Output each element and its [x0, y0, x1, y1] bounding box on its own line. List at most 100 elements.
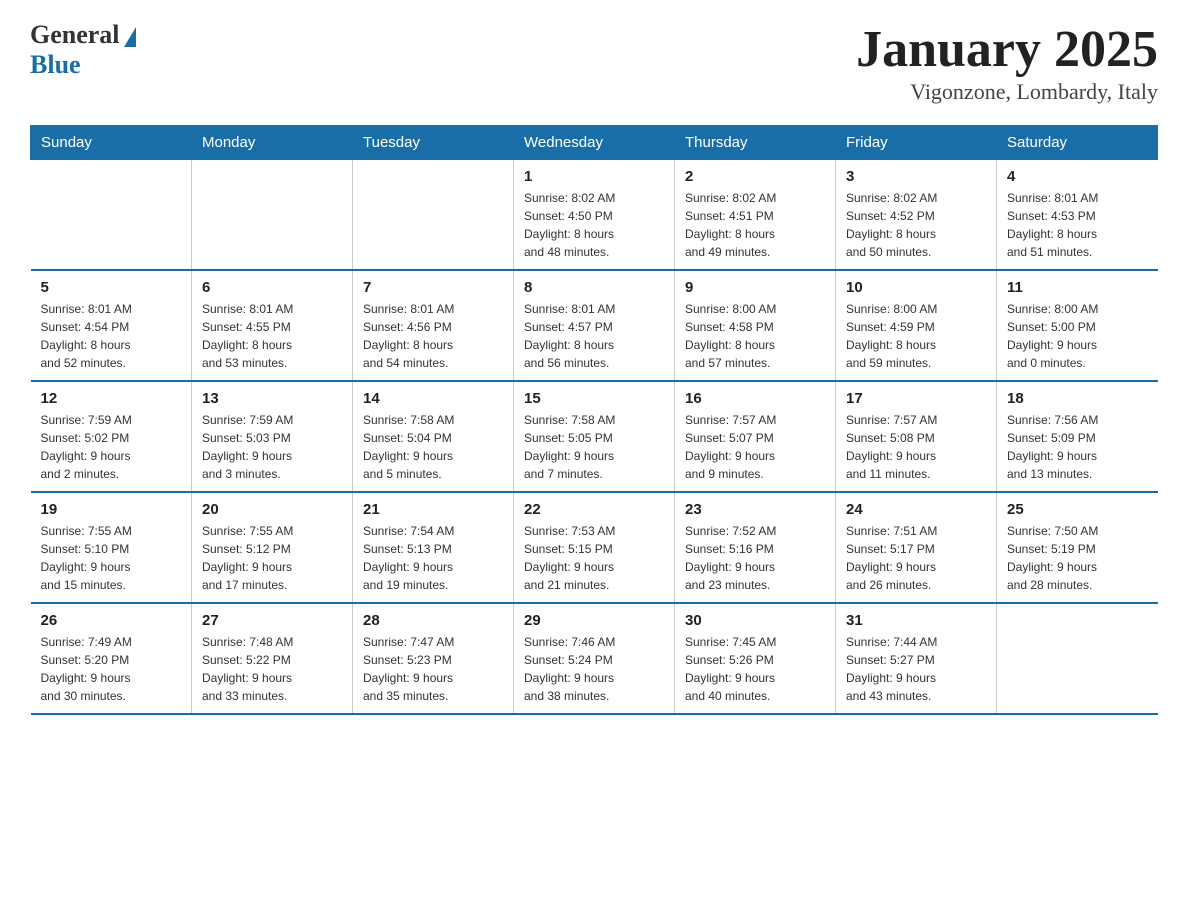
- day-number: 3: [846, 168, 986, 185]
- header-tuesday: Tuesday: [353, 126, 514, 160]
- day-info: Sunrise: 7:59 AMSunset: 5:02 PMDaylight:…: [41, 411, 182, 483]
- header-sunday: Sunday: [31, 126, 192, 160]
- day-info: Sunrise: 8:00 AMSunset: 5:00 PMDaylight:…: [1007, 300, 1148, 372]
- day-number: 28: [363, 612, 503, 629]
- calendar-cell: 9 Sunrise: 8:00 AMSunset: 4:58 PMDaylight…: [675, 270, 836, 381]
- day-info: Sunrise: 7:55 AMSunset: 5:10 PMDaylight:…: [41, 522, 182, 594]
- calendar-cell: [192, 160, 353, 271]
- calendar-cell: 6Sunrise: 8:01 AMSunset: 4:55 PMDaylight…: [192, 270, 353, 381]
- day-number: 22: [524, 501, 664, 518]
- day-info: Sunrise: 8:00 AMSunset: 4:58 PMDaylight:…: [685, 300, 825, 372]
- day-info: Sunrise: 8:01 AMSunset: 4:55 PMDaylight:…: [202, 300, 342, 372]
- day-info: Sunrise: 7:56 AMSunset: 5:09 PMDaylight:…: [1007, 411, 1148, 483]
- day-number: 8: [524, 279, 664, 296]
- day-number: 31: [846, 612, 986, 629]
- calendar-cell: 19 Sunrise: 7:55 AMSunset: 5:10 PMDayligh…: [31, 492, 192, 603]
- header-wednesday: Wednesday: [514, 126, 675, 160]
- day-number: 24: [846, 501, 986, 518]
- calendar-cell: 14 Sunrise: 7:58 AMSunset: 5:04 PMDayligh…: [353, 381, 514, 492]
- calendar-week-row: 19 Sunrise: 7:55 AMSunset: 5:10 PMDayligh…: [31, 492, 1158, 603]
- calendar-week-row: 12 Sunrise: 7:59 AMSunset: 5:02 PMDayligh…: [31, 381, 1158, 492]
- day-info: Sunrise: 8:01 AMSunset: 4:54 PMDaylight:…: [41, 300, 182, 372]
- day-info: Sunrise: 7:52 AMSunset: 5:16 PMDaylight:…: [685, 522, 825, 594]
- day-number: 1: [524, 168, 664, 185]
- calendar-cell: 8 Sunrise: 8:01 AMSunset: 4:57 PMDaylight…: [514, 270, 675, 381]
- header-thursday: Thursday: [675, 126, 836, 160]
- day-number: 18: [1007, 390, 1148, 407]
- logo-triangle-icon: [124, 27, 136, 47]
- calendar-cell: 1 Sunrise: 8:02 AMSunset: 4:50 PMDaylight…: [514, 160, 675, 271]
- day-number: 13: [202, 390, 342, 407]
- day-number: 10: [846, 279, 986, 296]
- calendar-cell: 2Sunrise: 8:02 AMSunset: 4:51 PMDaylight…: [675, 160, 836, 271]
- calendar-cell: 31Sunrise: 7:44 AMSunset: 5:27 PMDayligh…: [836, 603, 997, 714]
- day-number: 17: [846, 390, 986, 407]
- calendar-cell: 10 Sunrise: 8:00 AMSunset: 4:59 PMDayligh…: [836, 270, 997, 381]
- day-number: 25: [1007, 501, 1148, 518]
- calendar-week-row: 5Sunrise: 8:01 AMSunset: 4:54 PMDaylight…: [31, 270, 1158, 381]
- calendar-cell: 28 Sunrise: 7:47 AMSunset: 5:23 PMDayligh…: [353, 603, 514, 714]
- header-monday: Monday: [192, 126, 353, 160]
- day-info: Sunrise: 7:50 AMSunset: 5:19 PMDaylight:…: [1007, 522, 1148, 594]
- day-info: Sunrise: 7:57 AMSunset: 5:07 PMDaylight:…: [685, 411, 825, 483]
- calendar-cell: 17 Sunrise: 7:57 AMSunset: 5:08 PMDayligh…: [836, 381, 997, 492]
- header-saturday: Saturday: [997, 126, 1158, 160]
- calendar-location: Vigonzone, Lombardy, Italy: [856, 79, 1158, 105]
- day-number: 21: [363, 501, 503, 518]
- calendar-cell: [997, 603, 1158, 714]
- day-number: 11: [1007, 279, 1148, 296]
- day-info: Sunrise: 8:01 AMSunset: 4:53 PMDaylight:…: [1007, 189, 1148, 261]
- logo-blue-text: Blue: [30, 50, 81, 80]
- calendar-cell: [353, 160, 514, 271]
- logo: General Blue: [30, 20, 136, 80]
- calendar-cell: 24Sunrise: 7:51 AMSunset: 5:17 PMDayligh…: [836, 492, 997, 603]
- calendar-cell: 22 Sunrise: 7:53 AMSunset: 5:15 PMDayligh…: [514, 492, 675, 603]
- day-info: Sunrise: 8:01 AMSunset: 4:57 PMDaylight:…: [524, 300, 664, 372]
- calendar-header-row: SundayMondayTuesdayWednesdayThursdayFrid…: [31, 126, 1158, 160]
- calendar-cell: 25 Sunrise: 7:50 AMSunset: 5:19 PMDayligh…: [997, 492, 1158, 603]
- calendar-cell: 23Sunrise: 7:52 AMSunset: 5:16 PMDayligh…: [675, 492, 836, 603]
- day-info: Sunrise: 7:57 AMSunset: 5:08 PMDaylight:…: [846, 411, 986, 483]
- header-friday: Friday: [836, 126, 997, 160]
- day-info: Sunrise: 8:02 AMSunset: 4:50 PMDaylight:…: [524, 189, 664, 261]
- day-number: 20: [202, 501, 342, 518]
- calendar-cell: 3Sunrise: 8:02 AMSunset: 4:52 PMDaylight…: [836, 160, 997, 271]
- day-number: 29: [524, 612, 664, 629]
- day-info: Sunrise: 7:45 AMSunset: 5:26 PMDaylight:…: [685, 633, 825, 705]
- day-info: Sunrise: 7:46 AMSunset: 5:24 PMDaylight:…: [524, 633, 664, 705]
- day-info: Sunrise: 7:47 AMSunset: 5:23 PMDaylight:…: [363, 633, 503, 705]
- day-number: 16: [685, 390, 825, 407]
- calendar-cell: 29 Sunrise: 7:46 AMSunset: 5:24 PMDayligh…: [514, 603, 675, 714]
- title-section: January 2025 Vigonzone, Lombardy, Italy: [856, 20, 1158, 105]
- calendar-cell: [31, 160, 192, 271]
- calendar-cell: 27Sunrise: 7:48 AMSunset: 5:22 PMDayligh…: [192, 603, 353, 714]
- calendar-cell: 26Sunrise: 7:49 AMSunset: 5:20 PMDayligh…: [31, 603, 192, 714]
- day-number: 30: [685, 612, 825, 629]
- day-number: 4: [1007, 168, 1148, 185]
- day-info: Sunrise: 8:01 AMSunset: 4:56 PMDaylight:…: [363, 300, 503, 372]
- day-number: 19: [41, 501, 182, 518]
- day-info: Sunrise: 7:58 AMSunset: 5:04 PMDaylight:…: [363, 411, 503, 483]
- logo-general-text: General: [30, 20, 120, 50]
- day-number: 7: [363, 279, 503, 296]
- day-number: 14: [363, 390, 503, 407]
- calendar-cell: 11 Sunrise: 8:00 AMSunset: 5:00 PMDayligh…: [997, 270, 1158, 381]
- day-info: Sunrise: 8:02 AMSunset: 4:51 PMDaylight:…: [685, 189, 825, 261]
- calendar-cell: 18 Sunrise: 7:56 AMSunset: 5:09 PMDayligh…: [997, 381, 1158, 492]
- day-info: Sunrise: 7:54 AMSunset: 5:13 PMDaylight:…: [363, 522, 503, 594]
- day-info: Sunrise: 7:55 AMSunset: 5:12 PMDaylight:…: [202, 522, 342, 594]
- page-header: General Blue January 2025 Vigonzone, Lom…: [30, 20, 1158, 105]
- calendar-cell: 20 Sunrise: 7:55 AMSunset: 5:12 PMDayligh…: [192, 492, 353, 603]
- calendar-title: January 2025: [856, 20, 1158, 79]
- day-info: Sunrise: 8:00 AMSunset: 4:59 PMDaylight:…: [846, 300, 986, 372]
- calendar-cell: 5Sunrise: 8:01 AMSunset: 4:54 PMDaylight…: [31, 270, 192, 381]
- day-info: Sunrise: 7:48 AMSunset: 5:22 PMDaylight:…: [202, 633, 342, 705]
- day-number: 12: [41, 390, 182, 407]
- calendar-cell: 16 Sunrise: 7:57 AMSunset: 5:07 PMDayligh…: [675, 381, 836, 492]
- day-info: Sunrise: 7:58 AMSunset: 5:05 PMDaylight:…: [524, 411, 664, 483]
- calendar-cell: 13Sunrise: 7:59 AMSunset: 5:03 PMDayligh…: [192, 381, 353, 492]
- day-info: Sunrise: 7:53 AMSunset: 5:15 PMDaylight:…: [524, 522, 664, 594]
- calendar-week-row: 1 Sunrise: 8:02 AMSunset: 4:50 PMDaylight…: [31, 160, 1158, 271]
- day-number: 9: [685, 279, 825, 296]
- calendar-cell: 12 Sunrise: 7:59 AMSunset: 5:02 PMDayligh…: [31, 381, 192, 492]
